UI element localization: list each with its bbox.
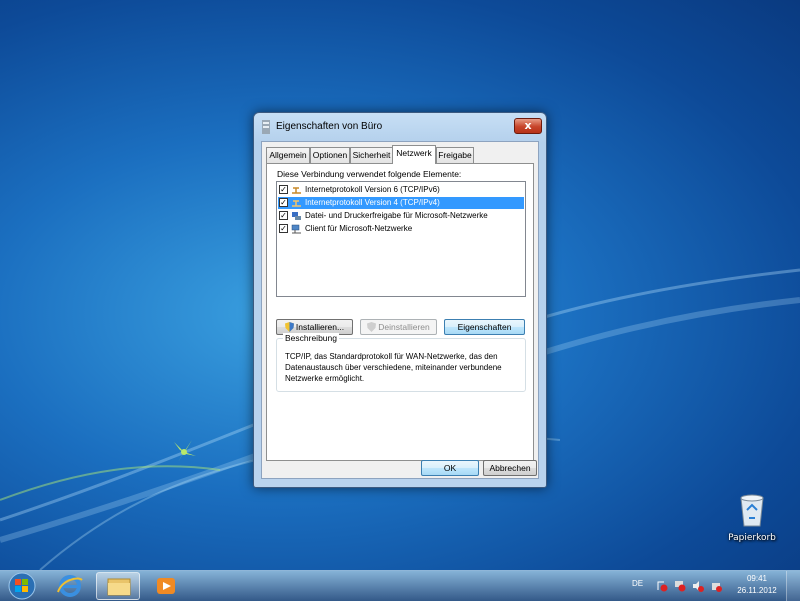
- properties-button[interactable]: Eigenschaften: [444, 319, 525, 335]
- clock-time: 09:41: [746, 574, 768, 583]
- clock-date: 26.11.2012: [737, 586, 777, 595]
- show-desktop-button[interactable]: [786, 571, 800, 601]
- printer-window-icon: [262, 120, 270, 134]
- item-checkbox[interactable]: ✓: [279, 224, 288, 233]
- taskbar-media-player[interactable]: [144, 572, 188, 600]
- list-item[interactable]: ✓ Client für Microsoft-Netzwerke: [278, 223, 524, 235]
- network-client-icon: [291, 224, 301, 234]
- description-group: Beschreibung TCP/IP, das Standardprotoko…: [276, 333, 526, 392]
- clock[interactable]: 09:41 26.11.2012: [732, 573, 782, 597]
- uac-shield-icon: [284, 322, 294, 332]
- taskbar-internet-explorer[interactable]: [48, 572, 92, 600]
- properties-dialog: Eigenschaften von Büro x Allgemein Optio…: [253, 112, 547, 488]
- item-checkbox[interactable]: ✓: [279, 211, 288, 220]
- taskbar: DE 09:41 26.11.2012: [0, 570, 800, 601]
- uac-shield-icon: [367, 322, 377, 332]
- start-button-icon[interactable]: [4, 571, 40, 601]
- ok-button[interactable]: OK: [421, 460, 479, 476]
- list-item[interactable]: ✓ Internetprotokoll Version 6 (TCP/IPv6): [278, 184, 524, 196]
- tab-netzwerk[interactable]: Netzwerk: [392, 145, 436, 164]
- description-legend: Beschreibung: [283, 333, 339, 343]
- internet-explorer-icon: [57, 575, 83, 597]
- item-label: Internetprotokoll Version 4 (TCP/IPv4): [305, 198, 440, 207]
- action-center-icon[interactable]: [656, 580, 668, 592]
- power-tray-icon[interactable]: [710, 580, 722, 592]
- tab-optionen[interactable]: Optionen: [310, 147, 350, 163]
- close-button[interactable]: x: [514, 118, 542, 134]
- volume-tray-icon[interactable]: [692, 580, 704, 592]
- uninstall-button[interactable]: Deinstallieren: [360, 319, 437, 335]
- network-protocol-icon: [292, 187, 301, 194]
- title-bar[interactable]: Eigenschaften von Büro x: [254, 113, 546, 141]
- item-checkbox[interactable]: ✓: [279, 198, 288, 207]
- window-title: Eigenschaften von Büro: [276, 121, 383, 132]
- description-text: TCP/IP, das Standardprotokoll für WAN-Ne…: [285, 352, 502, 383]
- item-checkbox[interactable]: ✓: [279, 185, 288, 194]
- tab-freigabe[interactable]: Freigabe: [436, 147, 474, 163]
- tab-allgemein[interactable]: Allgemein: [266, 147, 310, 163]
- network-tray-icon[interactable]: [674, 580, 686, 592]
- item-label: Datei- und Druckerfreigabe für Microsoft…: [305, 211, 488, 220]
- recycle-bin-label: Papierkorb: [728, 533, 776, 543]
- language-indicator[interactable]: DE: [632, 579, 643, 588]
- media-player-icon: [157, 578, 175, 594]
- install-label: Installieren...: [295, 322, 345, 332]
- dialog-client: Allgemein Optionen Sicherheit Netzwerk F…: [261, 141, 539, 479]
- taskbar-explorer[interactable]: [96, 572, 140, 600]
- folder-icon: [107, 578, 131, 596]
- components-list[interactable]: ✓ Internetprotokoll Version 6 (TCP/IPv6)…: [276, 181, 526, 297]
- components-label: Diese Verbindung verwendet folgende Elem…: [277, 169, 462, 179]
- network-protocol-icon: [292, 200, 301, 207]
- recycle-bin[interactable]: Papierkorb: [722, 490, 782, 543]
- item-label: Internetprotokoll Version 6 (TCP/IPv6): [305, 185, 440, 194]
- tab-page-netzwerk: Diese Verbindung verwendet folgende Elem…: [266, 163, 534, 461]
- file-printer-sharing-icon: [292, 212, 301, 220]
- uninstall-label: Deinstallieren: [378, 322, 430, 332]
- list-item-selected[interactable]: ✓ Internetprotokoll Version 4 (TCP/IPv4): [278, 197, 524, 209]
- tab-sicherheit[interactable]: Sicherheit: [350, 147, 393, 163]
- cancel-button[interactable]: Abbrechen: [483, 460, 537, 476]
- list-item[interactable]: ✓ Datei- und Druckerfreigabe für Microso…: [278, 210, 524, 222]
- recycle-bin-icon: [740, 494, 764, 527]
- item-label: Client für Microsoft-Netzwerke: [305, 224, 413, 233]
